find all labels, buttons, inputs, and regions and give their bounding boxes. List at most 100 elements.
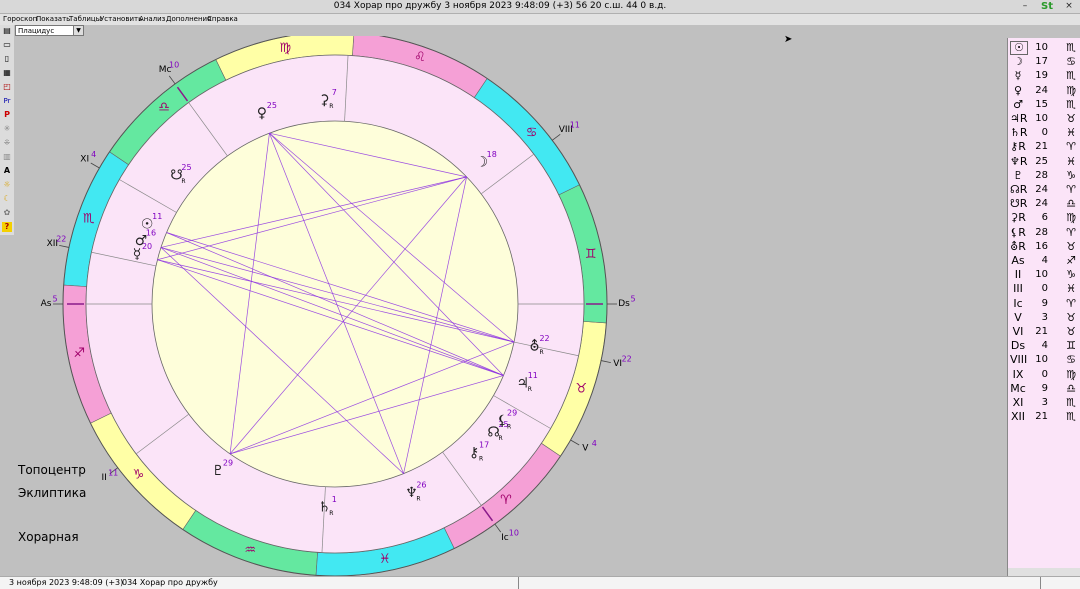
table-row[interactable]: ⚸R28♈ <box>1008 226 1080 240</box>
help-icon[interactable]: ? <box>2 222 12 232</box>
table-row[interactable]: ☽ 17 ♋ <box>1008 55 1080 69</box>
table-row[interactable]: ☉10♏ <box>1008 41 1080 55</box>
menu-analysis[interactable]: Анализ <box>139 14 165 25</box>
table-row[interactable]: ♄R0♓ <box>1008 126 1080 140</box>
sign-glyph: ♈ <box>1063 297 1079 311</box>
menu-addons[interactable]: Дополнения <box>166 14 211 25</box>
planet-degree: 29 <box>223 459 233 468</box>
menu-show[interactable]: Показать <box>36 14 70 25</box>
cusp-tick <box>552 134 560 140</box>
table-row[interactable]: II10♑ <box>1008 268 1080 282</box>
table-row[interactable]: ♆R25♓ <box>1008 155 1080 169</box>
print-icon[interactable]: ◰ <box>2 82 12 92</box>
house-system-select[interactable]: Плацидус ▼ <box>15 25 84 36</box>
chevron-down-icon[interactable]: ▼ <box>73 26 83 35</box>
cusp-tick <box>601 361 611 363</box>
minimize-button[interactable]: – <box>1020 1 1030 11</box>
body-degree: 24 <box>1030 84 1048 98</box>
planet-degree: 29 <box>507 409 517 418</box>
table-row[interactable]: As4♐ <box>1008 254 1080 268</box>
moon-icon[interactable]: ☾ <box>2 194 12 204</box>
body-degree: 10 <box>1030 112 1048 126</box>
horizontal-scrollbar[interactable] <box>1008 568 1080 576</box>
body-degree: 9 <box>1030 382 1048 396</box>
body-degree: 10 <box>1030 41 1048 55</box>
document-icon[interactable]: ▤ <box>2 26 12 36</box>
table-row[interactable]: ⛢R16♉ <box>1008 240 1080 254</box>
status-bar: 3 ноября 2023 9:48:09 (+3) 034 Хорар про… <box>0 576 1080 589</box>
body-degree: 3 <box>1030 311 1048 325</box>
retrograde-mark: R <box>539 349 543 356</box>
table-row[interactable]: ☊R24♈ <box>1008 183 1080 197</box>
grid-icon[interactable]: ⁜ <box>2 138 12 148</box>
body-symbol: ⚳R <box>1010 211 1026 225</box>
body-symbol: ☉ <box>1010 41 1028 55</box>
table-row[interactable]: ♇28♑ <box>1008 169 1080 183</box>
body-symbol: ♂ <box>1010 98 1026 112</box>
zodiac-glyph-icon: ♎ <box>158 100 170 115</box>
retrograde-mark: R <box>329 103 333 110</box>
close-button[interactable]: × <box>1064 1 1074 11</box>
house-system-value: Плацидус <box>18 27 54 35</box>
p-icon[interactable]: P <box>2 110 12 120</box>
lilith-icon: ⚸ <box>497 413 507 429</box>
status-divider <box>1040 577 1041 589</box>
body-symbol: VI <box>1010 325 1026 339</box>
table-row[interactable]: Ic9♈ <box>1008 297 1080 311</box>
body-degree: 21 <box>1030 410 1048 424</box>
table-row[interactable]: III0♓ <box>1008 282 1080 296</box>
sign-glyph: ♋ <box>1063 55 1079 69</box>
table-row[interactable]: VIII10♋ <box>1008 353 1080 367</box>
retrograde-mark: R <box>479 456 483 463</box>
menu-horoscope[interactable]: Гороскоп <box>3 14 37 25</box>
body-degree: 10 <box>1030 268 1048 282</box>
menu-tables[interactable]: Таблицы <box>69 14 101 25</box>
pr-icon[interactable]: Pr <box>2 96 12 106</box>
sign-glyph: ♐ <box>1063 254 1079 268</box>
table-row[interactable]: ♂15♏ <box>1008 98 1080 112</box>
table-row[interactable]: XI3♏ <box>1008 396 1080 410</box>
table-row[interactable]: VI21♉ <box>1008 325 1080 339</box>
a-icon[interactable]: A <box>2 166 12 176</box>
table-row[interactable]: Ds4♊ <box>1008 339 1080 353</box>
table-icon[interactable]: ▥ <box>2 152 12 162</box>
table-row[interactable]: IX0♍ <box>1008 368 1080 382</box>
sign-glyph: ♉ <box>1063 112 1079 126</box>
save-icon[interactable]: ▦ <box>2 68 12 78</box>
body-degree: 17 <box>1030 55 1048 69</box>
menu-settings[interactable]: Установить <box>100 14 142 25</box>
sign-glyph: ♎ <box>1063 197 1079 211</box>
planet-degree: 26 <box>416 481 426 490</box>
cusp-degree: 4 <box>592 439 597 448</box>
zodiac-glyph-icon: ♈ <box>500 493 512 508</box>
table-row[interactable]: ⚳R6♍ <box>1008 211 1080 225</box>
asterisk-icon[interactable]: ✳ <box>2 124 12 134</box>
table-row[interactable]: ⚷R21♈ <box>1008 140 1080 154</box>
body-symbol: ☽ <box>1010 55 1026 69</box>
menu-help[interactable]: Справка <box>207 14 238 25</box>
venus-icon: ♀ <box>257 106 267 122</box>
table-row[interactable]: ♃R10♉ <box>1008 112 1080 126</box>
retrograde-mark: R <box>498 435 502 442</box>
gear-icon[interactable]: ✿ <box>2 208 12 218</box>
table-row[interactable]: ♀24♍ <box>1008 84 1080 98</box>
body-symbol: ☊R <box>1010 183 1026 197</box>
folder-open-icon[interactable]: ▭ <box>2 40 12 50</box>
sign-glyph: ♏ <box>1063 69 1079 83</box>
file-icon[interactable]: ▯ <box>2 54 12 64</box>
table-row[interactable]: ☿19♏ <box>1008 69 1080 83</box>
status-datetime: 3 ноября 2023 9:48:09 (+3) <box>9 577 123 588</box>
cusp-label: XI <box>80 155 89 165</box>
sign-glyph: ♎ <box>1063 382 1079 396</box>
sun-icon[interactable]: ☼ <box>2 180 12 190</box>
body-degree: 24 <box>1030 197 1048 211</box>
table-row[interactable]: Mc9♎ <box>1008 382 1080 396</box>
table-row[interactable]: XII21♏ <box>1008 410 1080 424</box>
cusp-label: As <box>41 299 52 309</box>
table-row[interactable]: ☋R24♎ <box>1008 197 1080 211</box>
body-symbol: ☿ <box>1010 69 1026 83</box>
table-row[interactable]: V3♉ <box>1008 311 1080 325</box>
horoscope-wheel[interactable]: ♈♉♊♋♌♍♎♏♐♑♒♓As5II11III1Ic10V4VI22Ds5VIII… <box>14 36 1006 576</box>
zodiac-glyph-icon: ♉ <box>575 381 587 396</box>
cusp-degree: 10 <box>169 61 179 70</box>
